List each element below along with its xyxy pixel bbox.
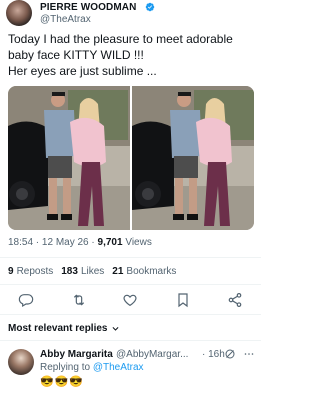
heart-icon — [123, 294, 137, 307]
repost-icon — [73, 294, 85, 306]
replies-sort-label: Most relevant replies — [8, 323, 108, 334]
bookmarks-count: 21 — [112, 266, 124, 277]
reposts-label: Reposts — [16, 266, 54, 277]
tweet-header: PIERRE WOODMAN @TheAtrax — [6, 0, 261, 30]
bookmarks-stat[interactable]: 21 Bookmarks — [112, 266, 176, 277]
divider — [0, 257, 261, 258]
tweet-date[interactable]: 12 May 26 — [42, 237, 89, 248]
reply-icon — [18, 294, 34, 308]
likes-stat[interactable]: 183 Likes — [61, 266, 104, 277]
tweet-text-line: Today I had the pleasure to meet adorabl… — [8, 32, 233, 46]
tweet-text-line: Her eyes are just sublime ... — [8, 64, 157, 78]
likes-count: 183 — [61, 266, 78, 277]
reply-text: 😎😎😎 — [40, 376, 85, 388]
bookmark-button[interactable] — [175, 292, 191, 308]
repost-button[interactable] — [71, 292, 87, 308]
tweet-time[interactable]: 18:54 — [8, 237, 33, 248]
divider — [0, 314, 261, 315]
verified-badge-icon — [145, 2, 155, 12]
replying-to: Replying to @TheAtrax — [40, 362, 144, 373]
bookmarks-label: Bookmarks — [126, 266, 177, 277]
tweet-meta: 18:54 · 12 May 26 · 9,701 Views — [8, 237, 152, 248]
tweet-text: Today I had the pleasure to meet adorabl… — [8, 31, 258, 79]
action-bar — [0, 290, 261, 312]
chevron-down-icon — [113, 327, 119, 331]
share-button[interactable] — [227, 292, 243, 308]
replies-sort-dropdown[interactable]: Most relevant replies — [8, 323, 120, 334]
tweet-photo-2[interactable] — [132, 86, 254, 230]
meta-separator: · — [88, 237, 98, 248]
reply-item[interactable]: Abby Margarita @AbbyMargar... · 16h Repl… — [0, 345, 261, 400]
reposts-count: 9 — [8, 266, 14, 277]
more-icon[interactable] — [243, 348, 255, 360]
meta-separator: · — [33, 237, 42, 248]
reply-time[interactable]: · 16h — [202, 349, 225, 360]
reply-author-name[interactable]: Abby Margarita — [40, 349, 113, 360]
reply-button[interactable] — [18, 292, 34, 308]
tweet-photo-1[interactable] — [8, 86, 130, 230]
reposts-stat[interactable]: 9 Reposts — [8, 266, 53, 277]
author-avatar[interactable] — [6, 0, 32, 26]
views-count: 9,701 — [97, 237, 123, 248]
author-name[interactable]: PIERRE WOODMAN — [40, 2, 136, 13]
replying-prefix: Replying to — [40, 362, 93, 373]
views-label: Views — [122, 237, 152, 248]
bookmark-icon — [178, 293, 188, 308]
reply-author-handle[interactable]: @AbbyMargar... — [116, 349, 188, 360]
tweet-text-line: baby face KITTY WILD !!! — [8, 48, 144, 62]
divider — [0, 340, 261, 341]
like-button[interactable] — [122, 292, 138, 308]
divider — [0, 284, 261, 285]
likes-label: Likes — [80, 266, 105, 277]
grok-icon[interactable] — [224, 348, 236, 360]
author-handle[interactable]: @TheAtrax — [40, 14, 91, 25]
share-icon — [228, 293, 242, 307]
engagement-stats: 9 Reposts 183 Likes 21 Bookmarks — [8, 266, 176, 277]
reply-avatar[interactable] — [8, 349, 34, 375]
replying-to-handle[interactable]: @TheAtrax — [93, 362, 144, 373]
tweet-media — [8, 86, 254, 230]
